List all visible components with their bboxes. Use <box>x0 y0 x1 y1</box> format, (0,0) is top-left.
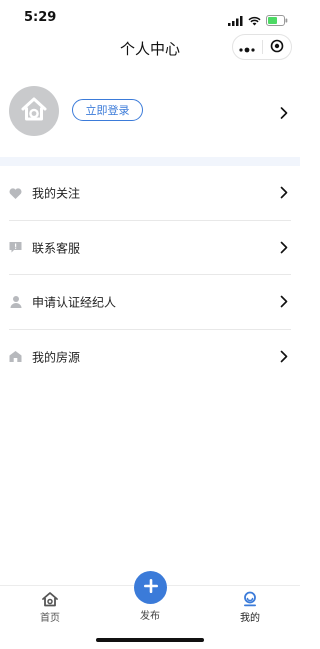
chevron-right-icon[interactable] <box>280 104 288 123</box>
publish-button[interactable] <box>134 571 167 604</box>
home-indicator <box>96 638 204 642</box>
house-icon <box>9 350 22 363</box>
close-button[interactable] <box>263 35 292 59</box>
status-bar: 5:29 <box>0 0 300 34</box>
chevron-right-icon <box>280 293 288 312</box>
menu-item-label: 我的关注 <box>32 186 81 201</box>
tab-label: 首页 <box>40 613 60 624</box>
signal-icon <box>228 11 243 30</box>
avatar[interactable] <box>9 86 59 136</box>
close-icon <box>270 38 284 57</box>
plus-icon <box>143 578 159 598</box>
battery-icon <box>266 11 288 30</box>
wifi-icon <box>248 11 261 30</box>
home-icon <box>41 591 59 607</box>
more-button[interactable] <box>233 35 262 59</box>
house-logo-icon <box>17 92 51 130</box>
chevron-right-icon <box>280 347 288 366</box>
nav-bar: 个人中心 <box>0 34 300 62</box>
status-time: 5:29 <box>24 10 57 25</box>
chevron-right-icon <box>280 184 288 203</box>
tab-label: 发布 <box>140 611 160 622</box>
person-icon <box>9 296 22 309</box>
profile-section[interactable]: 立即登录 <box>0 84 300 154</box>
menu-item-customer-service[interactable]: 联系客服 <box>0 221 300 275</box>
menu-list: 我的关注 联系客服 申请认证经纪人 我的房源 <box>0 166 300 384</box>
mini-program-capsule <box>232 34 292 60</box>
menu-item-my-listings[interactable]: 我的房源 <box>0 330 300 385</box>
menu-item-label: 申请认证经纪人 <box>32 295 117 310</box>
tab-mine[interactable]: 我的 <box>210 586 290 626</box>
chevron-right-icon <box>280 238 288 257</box>
tab-label: 我的 <box>240 613 260 624</box>
menu-item-label: 联系客服 <box>32 241 81 256</box>
menu-item-apply-agent[interactable]: 申请认证经纪人 <box>0 275 300 330</box>
menu-item-label: 我的房源 <box>32 350 81 365</box>
status-icons <box>228 11 288 30</box>
tab-home[interactable]: 首页 <box>10 586 90 626</box>
heart-icon <box>9 187 22 200</box>
section-divider <box>0 157 300 166</box>
login-button[interactable]: 立即登录 <box>72 99 143 121</box>
message-alert-icon <box>9 241 22 254</box>
profile-icon <box>242 591 258 607</box>
menu-item-follow[interactable]: 我的关注 <box>0 166 300 221</box>
more-icon <box>238 38 256 57</box>
